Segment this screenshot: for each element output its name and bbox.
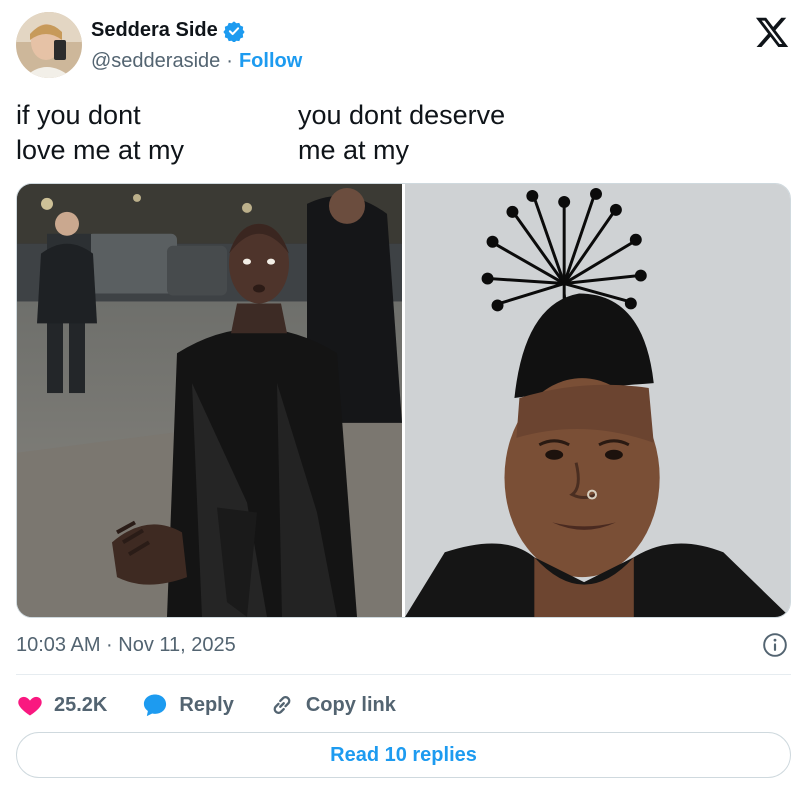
- media-image-left[interactable]: [17, 184, 402, 617]
- handle[interactable]: @sedderaside: [91, 50, 220, 73]
- tweet-text-right: you dont deserve me at my: [298, 98, 505, 168]
- display-name[interactable]: Seddera Side: [91, 19, 218, 42]
- reply-button[interactable]: Reply: [141, 691, 234, 719]
- avatar[interactable]: [16, 12, 82, 78]
- heart-icon: [18, 696, 42, 716]
- like-button[interactable]: 25.2K: [16, 691, 107, 719]
- tweet-timestamp[interactable]: 10:03 AM · Nov 11, 2025: [16, 634, 236, 657]
- reply-bubble-icon: [144, 694, 167, 717]
- tweet-header: Seddera Side @sedderaside · Follow: [16, 12, 792, 80]
- tweet-text-line: me at my: [298, 135, 410, 165]
- info-icon[interactable]: [762, 632, 788, 658]
- tweet-text-line: if you dont: [16, 100, 141, 130]
- media-image-right[interactable]: [405, 184, 790, 617]
- like-count: 25.2K: [54, 693, 108, 716]
- tweet-text-line: love me at my: [16, 135, 185, 165]
- name-row: Seddera Side: [91, 19, 245, 43]
- media-grid: [16, 183, 791, 618]
- handle-row: @sedderaside · Follow: [91, 50, 302, 73]
- copy-link-button[interactable]: Copy link: [268, 691, 396, 719]
- x-logo-icon[interactable]: [754, 14, 790, 50]
- separator-dot: ·: [226, 50, 233, 72]
- tweet-text: if you dont love me at my you dont deser…: [16, 98, 792, 170]
- divider: [16, 674, 791, 675]
- link-icon: [273, 696, 291, 714]
- follow-button[interactable]: Follow: [239, 50, 302, 73]
- verified-badge-icon: [223, 20, 245, 43]
- action-bar: 25.2K Reply Copy link: [16, 688, 430, 722]
- tweet-text-line: you dont deserve: [298, 100, 506, 130]
- tweet-text-left: if you dont love me at my: [16, 98, 184, 168]
- copy-link-label: Copy link: [305, 693, 396, 716]
- reply-label: Reply: [179, 693, 234, 716]
- read-replies-button[interactable]: Read 10 replies: [16, 732, 791, 778]
